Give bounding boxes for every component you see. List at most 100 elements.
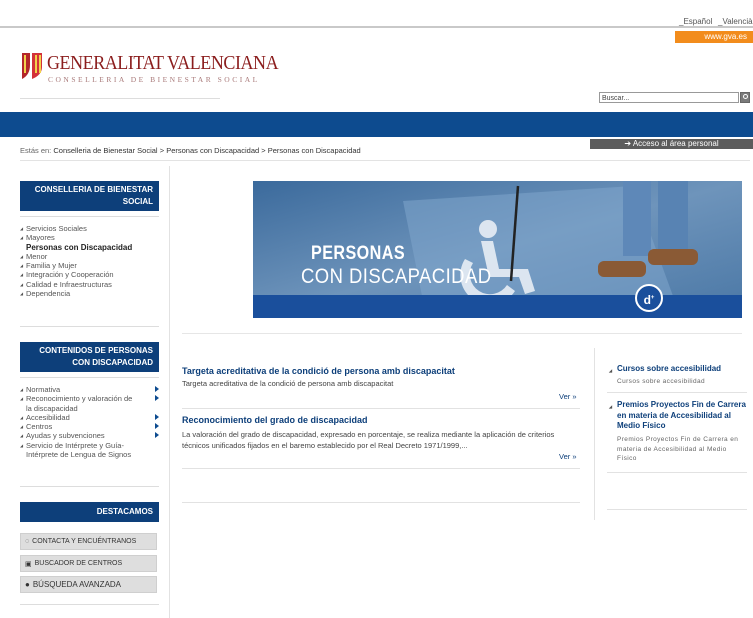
sidebar-item-ayudas[interactable]: Ayudas y subvenciones: [20, 431, 159, 441]
header-divider: [20, 98, 220, 99]
breadcrumb-item[interactable]: Personas con Discapacidad: [166, 146, 259, 155]
center-finder-label: BUSCADOR DE CENTROS: [34, 560, 123, 567]
sidebar-item-servicios-sociales[interactable]: Servicios Sociales: [20, 224, 159, 233]
sidebar-item-label: Reconocimiento y valoración de: [26, 394, 133, 404]
chevron-right-icon: [155, 413, 159, 420]
breadcrumb-separator: >: [261, 146, 266, 155]
sidebar-item-mayores[interactable]: Mayores: [20, 233, 159, 242]
sidebar-item-menor[interactable]: Menor: [20, 252, 159, 261]
sidebar-heading-destacamos: DESTACAMOS: [20, 502, 159, 522]
left-column-divider: [169, 166, 170, 618]
discapacidad-badge-icon: d+: [635, 284, 663, 312]
lang-espanol-link[interactable]: _Español: [679, 17, 712, 26]
chevron-right-icon: [155, 432, 159, 439]
search-input[interactable]: Buscar...: [599, 92, 739, 103]
right-column-divider: [594, 348, 595, 520]
breadcrumb-current: Personas con Discapacidad: [267, 146, 361, 155]
sidebar-item-accesibilidad[interactable]: Accesibilidad: [20, 413, 159, 422]
sidebar-item-label: Ayudas y subvenciones: [26, 431, 105, 441]
article-title-link[interactable]: Reconocimiento del grado de discapacidad: [182, 415, 368, 425]
sidebar-divider: [20, 486, 159, 487]
contact-button-label: CONTACTA Y ENCUÉNTRANOS: [32, 538, 137, 545]
generalitat-logo-icon[interactable]: [20, 51, 44, 81]
article-description: La valoración del grado de discapacidad,…: [182, 430, 555, 450]
location-icon: ◌: [25, 538, 30, 545]
sidebar-item-reconocimiento-cont[interactable]: la discapacidad: [20, 404, 159, 413]
right-item-title-link[interactable]: ◢ Premios Proyectos Fin de Carrera en mat…: [609, 400, 749, 432]
arrow-right-icon: ➔: [624, 139, 633, 148]
sidebar-heading-line: CON DISCAPACIDAD: [72, 358, 153, 367]
personal-area-label: Acceso al área personal: [632, 139, 719, 148]
banner-footer-bar: [253, 295, 742, 318]
top-divider: [0, 26, 753, 28]
bullet-icon: ◢: [609, 404, 613, 409]
main-nav-bar: [0, 112, 753, 137]
right-divider: [607, 392, 747, 393]
breadcrumb-item[interactable]: Conselleria de Bienestar Social: [53, 146, 157, 155]
search-icon[interactable]: [740, 92, 750, 103]
gva-link[interactable]: www.gva.es: [675, 31, 753, 43]
sidebar-item-familia-mujer[interactable]: Familia y Mujer: [20, 261, 159, 270]
personal-area-button[interactable]: ➔ Acceso al área personal: [590, 139, 753, 149]
right-item-description: Premios Proyectos Fin de Carrera en mate…: [617, 436, 739, 462]
contact-button[interactable]: ◌ CONTACTA Y ENCUÉNTRANOS: [20, 533, 157, 550]
sidebar-item-label: Centros: [26, 422, 53, 432]
banner-title: PERSONAS: [311, 243, 406, 264]
advanced-search-button[interactable]: ● BÚSQUEDA AVANZADA: [20, 576, 157, 593]
logo-title: GENERALITAT VALENCIANA: [47, 52, 279, 74]
article-divider: [182, 468, 580, 469]
breadcrumb-separator: >: [159, 146, 165, 155]
sidebar-item-label: Normativa: [26, 385, 61, 394]
right-item-title-text: Cursos sobre accesibilidad: [617, 364, 722, 373]
sidebar-menu-conselleria: Servicios Sociales Mayores Personas con …: [20, 224, 159, 298]
badge-superscript: +: [650, 295, 655, 301]
read-more-link[interactable]: Ver »: [559, 452, 577, 461]
sidebar-heading-line: CONSELLERIA DE BIENESTAR: [34, 185, 153, 194]
sidebar-heading-line: SOCIAL: [122, 197, 153, 206]
banner-subtitle: CON DISCAPACIDAD: [301, 265, 492, 288]
sidebar-item-centros[interactable]: Centros: [20, 422, 159, 431]
breadcrumb-label: Estás en:: [20, 146, 52, 155]
chevron-right-icon: [155, 423, 159, 430]
sidebar-item-integracion[interactable]: Integración y Cooperación: [20, 270, 159, 279]
hero-banner[interactable]: PERSONAS CON DISCAPACIDAD d+: [253, 181, 742, 318]
bullet-icon: ◢: [609, 368, 613, 373]
right-divider: [607, 472, 747, 473]
sidebar-divider: [20, 216, 159, 217]
sidebar-heading-conselleria: CONSELLERIA DE BIENESTAR SOCIAL: [20, 181, 159, 211]
advanced-search-label: BÚSQUEDA AVANZADA: [32, 580, 122, 589]
right-item-title-text: Premios Proyectos Fin de Carrera en mate…: [617, 400, 746, 430]
sidebar-divider: [20, 604, 159, 605]
sidebar-divider: [20, 326, 159, 327]
center-finder-button[interactable]: ▣ BUSCADOR DE CENTROS: [20, 555, 157, 572]
sidebar-item-normativa[interactable]: Normativa: [20, 385, 159, 394]
sidebar-item-interprete-cont[interactable]: Intérprete de Lengua de Signos: [20, 450, 159, 459]
breadcrumb-divider: [20, 160, 750, 161]
right-item-title-link[interactable]: ◢ Cursos sobre accesibilidad: [609, 364, 749, 375]
sidebar-item-calidad[interactable]: Calidad e Infraestructuras: [20, 280, 159, 289]
chevron-right-icon: [155, 395, 159, 402]
lang-valencia-link[interactable]: _Valencià: [718, 17, 753, 26]
sidebar-item-personas-discapacidad[interactable]: Personas con Discapacidad: [20, 243, 159, 252]
right-divider: [607, 509, 747, 510]
sidebar-item-interprete[interactable]: Servicio de Intérprete y Guía-: [20, 441, 159, 450]
building-icon: ▣: [25, 560, 32, 568]
sidebar-heading-line: CONTENIDOS DE PERSONAS: [39, 346, 153, 355]
article-title-link[interactable]: Targeta acreditativa de la condició de p…: [182, 366, 455, 376]
read-more-link[interactable]: Ver »: [559, 392, 577, 401]
sidebar-menu-contenidos: Normativa Reconocimiento y valoración de…: [20, 385, 159, 459]
search-icon: ●: [25, 580, 30, 589]
badge-letter: d: [643, 293, 651, 307]
logo-subtitle: CONSELLERIA DE BIENESTAR SOCIAL: [48, 75, 260, 84]
chevron-right-icon: [155, 386, 159, 392]
article-divider: [182, 502, 580, 503]
right-item-description: Cursos sobre accesibilidad: [617, 378, 706, 385]
article-divider: [182, 408, 580, 409]
sidebar-heading-contenidos: CONTENIDOS DE PERSONAS CON DISCAPACIDAD: [20, 342, 159, 372]
article-description: Targeta acreditativa de la condició de p…: [182, 379, 394, 388]
sidebar-item-dependencia[interactable]: Dependencia: [20, 289, 159, 298]
sidebar-divider: [20, 377, 159, 378]
content-divider: [182, 333, 742, 334]
sidebar-item-label: Accesibilidad: [26, 412, 70, 422]
sidebar-item-reconocimiento[interactable]: Reconocimiento y valoración de: [20, 394, 159, 404]
